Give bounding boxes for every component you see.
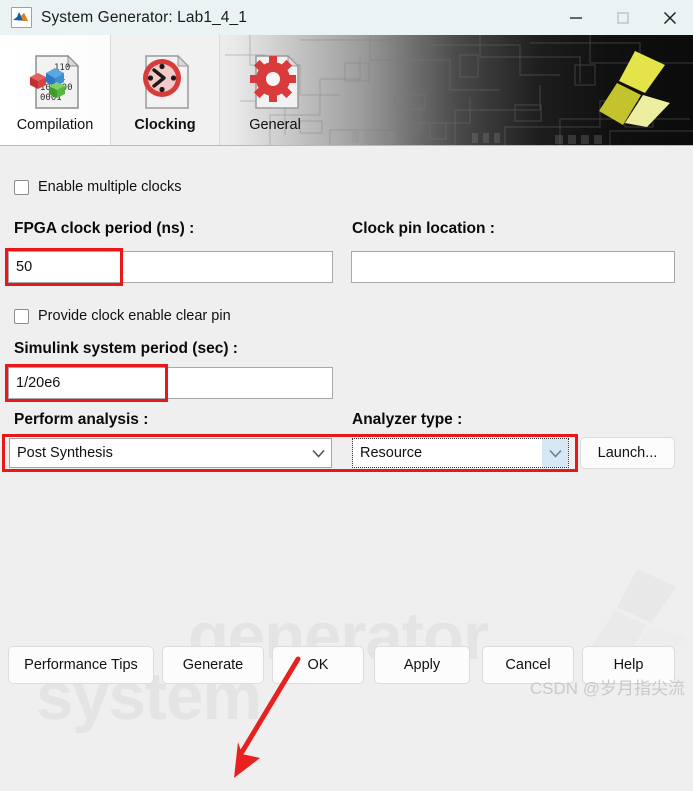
simulink-system-period-input[interactable] — [8, 367, 333, 399]
perform-analysis-value: Post Synthesis — [17, 445, 113, 461]
csdn-watermark: CSDN @岁月指尖流 — [529, 679, 685, 698]
window-title: System Generator: Lab1_4_1 — [41, 8, 247, 26]
analyzer-type-value: Resource — [360, 445, 423, 461]
simulink-system-period-label: Simulink system period (sec) : — [14, 340, 238, 357]
xilinx-banner: 110 1 101000 0001 Compilation — [0, 35, 693, 146]
perform-analysis-label: Perform analysis : — [14, 411, 149, 428]
matlab-icon — [11, 7, 32, 28]
tab-compilation[interactable]: 110 1 101000 0001 Compilation — [0, 35, 110, 145]
clock-pin-location-label: Clock pin location : — [352, 220, 495, 237]
chevron-down-icon[interactable] — [305, 439, 331, 467]
enable-multiple-clocks-checkbox[interactable] — [14, 179, 29, 195]
analyzer-type-dropdown[interactable]: Resource — [352, 438, 569, 468]
annotation-arrow — [234, 656, 301, 778]
maximize-icon[interactable] — [599, 0, 646, 35]
gear-icon — [244, 46, 306, 118]
tab-compilation-label: Compilation — [16, 117, 94, 133]
minimize-icon[interactable] — [552, 0, 599, 35]
fpga-clock-period-label: FPGA clock period (ns) : — [14, 220, 195, 237]
window-controls — [552, 0, 693, 35]
enable-multiple-clocks-label: Enable multiple clocks — [38, 179, 182, 195]
launch-button[interactable]: Launch... — [580, 437, 675, 469]
provide-clock-enable-clear-pin-row[interactable]: Provide clock enable clear pin — [14, 308, 231, 324]
compilation-icon: 110 1 101000 0001 — [24, 46, 86, 118]
close-icon[interactable] — [646, 0, 693, 35]
tab-general-label: General — [249, 117, 301, 133]
performance-tips-button[interactable]: Performance Tips — [8, 646, 154, 684]
xilinx-logo-icon — [599, 51, 670, 127]
chevron-down-icon[interactable] — [542, 439, 568, 467]
tab-bar: 110 1 101000 0001 Compilation — [0, 35, 330, 145]
clock-pin-location-input[interactable] — [351, 251, 675, 283]
dialog-body: generator system Enable multiple clocks … — [0, 146, 693, 778]
provide-clock-enable-clear-pin-checkbox[interactable] — [14, 308, 29, 324]
tab-clocking-label: Clocking — [134, 117, 196, 133]
apply-button[interactable]: Apply — [374, 646, 470, 684]
perform-analysis-dropdown[interactable]: Post Synthesis — [9, 438, 332, 468]
fpga-clock-period-input[interactable] — [8, 251, 333, 283]
provide-clock-enable-clear-pin-label: Provide clock enable clear pin — [38, 308, 231, 324]
analyzer-type-label: Analyzer type : — [352, 411, 463, 428]
title-bar: System Generator: Lab1_4_1 — [0, 0, 693, 35]
tab-general[interactable]: General — [220, 35, 330, 145]
enable-multiple-clocks-row[interactable]: Enable multiple clocks — [14, 179, 181, 195]
tab-clocking[interactable]: Clocking — [110, 35, 220, 145]
clock-icon — [134, 46, 196, 118]
